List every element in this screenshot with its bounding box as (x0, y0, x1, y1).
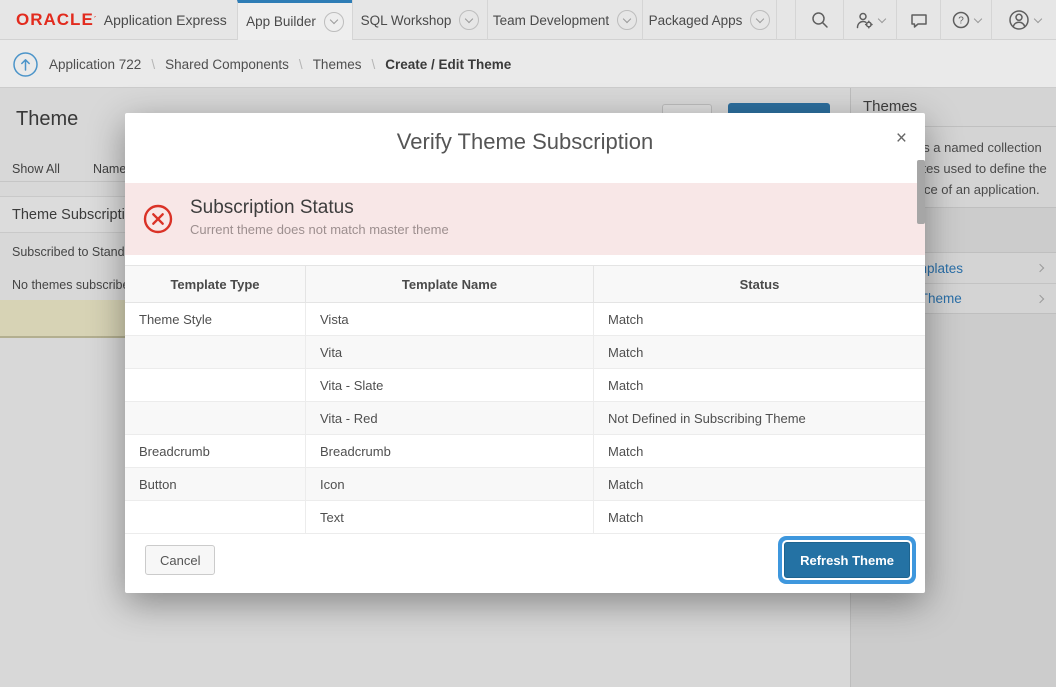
chevron-right-icon (1036, 264, 1044, 272)
cell-status: Match (593, 468, 925, 500)
cell-template-name: Vita - Slate (305, 369, 593, 401)
chevron-down-icon[interactable] (750, 10, 770, 30)
filter-tab-show-all[interactable]: Show All (12, 162, 60, 176)
table-row: Button Icon Match (125, 468, 925, 501)
tab-label: SQL Workshop (361, 13, 452, 28)
tab-app-builder[interactable]: App Builder (237, 0, 352, 40)
subscription-status-alert: Subscription Status Current theme does n… (125, 183, 925, 255)
cell-template-type (125, 402, 305, 434)
cell-template-name: Text (305, 501, 593, 533)
breadcrumb-separator: \ (299, 57, 303, 72)
breadcrumb-item-shared-components[interactable]: Shared Components (165, 57, 289, 72)
cell-template-name: Breadcrumb (305, 435, 593, 467)
cell-status: Not Defined in Subscribing Theme (593, 402, 925, 434)
column-header-template-type: Template Type (125, 266, 305, 302)
dialog-title: Verify Theme Subscription (125, 113, 925, 171)
chevron-down-icon (1034, 14, 1042, 22)
administration-menu[interactable] (843, 0, 896, 40)
table-header-row: Template Type Template Name Status (125, 265, 925, 303)
cell-status: Match (593, 369, 925, 401)
account-menu[interactable] (991, 0, 1056, 40)
tab-label: App Builder (246, 14, 316, 29)
svg-text:?: ? (958, 16, 964, 27)
tab-sql-workshop[interactable]: SQL Workshop (352, 0, 487, 40)
tab-team-development[interactable]: Team Development (487, 0, 642, 40)
tab-label: Team Development (493, 13, 609, 28)
feedback-bubble-icon (909, 11, 929, 30)
trademark-icon: ´ (94, 15, 97, 25)
table-row: Vita Match (125, 336, 925, 369)
cell-template-type (125, 336, 305, 368)
chevron-down-icon[interactable] (324, 12, 344, 32)
chevron-down-icon[interactable] (617, 10, 637, 30)
cell-status: Match (593, 501, 925, 533)
breadcrumb-separator: \ (151, 57, 155, 72)
verification-table: Template Type Template Name Status Theme… (125, 265, 925, 534)
tab-label: Packaged Apps (649, 13, 743, 28)
product-name: Application Express (104, 12, 227, 28)
breadcrumb-item-current: Create / Edit Theme (385, 57, 511, 72)
dialog-scrollbar-thumb[interactable] (917, 160, 925, 224)
cell-template-type: Theme Style (125, 303, 305, 335)
up-level-icon[interactable] (12, 51, 39, 78)
refresh-theme-button[interactable]: Refresh Theme (784, 542, 910, 578)
tab-packaged-apps[interactable]: Packaged Apps (642, 0, 777, 40)
feedback-button[interactable] (896, 0, 940, 40)
alert-message: Current theme does not match master them… (190, 222, 449, 237)
cell-template-name: Vita (305, 336, 593, 368)
cell-template-type (125, 369, 305, 401)
alert-heading: Subscription Status (190, 197, 354, 219)
search-button[interactable] (795, 0, 843, 40)
close-icon[interactable]: × (896, 129, 907, 148)
table-row: Theme Style Vista Match (125, 303, 925, 336)
help-icon: ? (951, 10, 971, 30)
filter-tab-name[interactable]: Name (93, 162, 126, 176)
verify-theme-subscription-dialog: Verify Theme Subscription × Subscription… (125, 113, 925, 593)
error-circle-icon (143, 204, 173, 234)
cell-template-type: Button (125, 468, 305, 500)
cell-template-name: Vista (305, 303, 593, 335)
breadcrumb-separator: \ (371, 57, 375, 72)
cancel-button[interactable]: Cancel (145, 545, 215, 575)
table-row: Vita - Red Not Defined in Subscribing Th… (125, 402, 925, 435)
page-title: Theme (16, 108, 78, 131)
chevron-right-icon (1036, 294, 1044, 302)
apex-screen: ORACLE´ Application Express App Builder … (0, 0, 1056, 687)
cell-status: Match (593, 303, 925, 335)
section-title: Theme Subscription (12, 207, 141, 223)
cell-template-name: Icon (305, 468, 593, 500)
cell-template-type (125, 501, 305, 533)
chevron-down-icon (974, 14, 982, 22)
oracle-logo: ORACLE´ Application Express (16, 0, 227, 40)
table-row: Breadcrumb Breadcrumb Match (125, 435, 925, 468)
table-row: Text Match (125, 501, 925, 534)
cell-status: Match (593, 435, 925, 467)
account-icon (1007, 8, 1031, 32)
breadcrumb: Application 722 \ Shared Components \ Th… (12, 40, 511, 88)
chevron-down-icon[interactable] (459, 10, 479, 30)
search-icon (810, 10, 830, 30)
admin-users-icon (855, 11, 875, 30)
breadcrumb-item-application[interactable]: Application 722 (49, 57, 141, 72)
chevron-down-icon (878, 14, 886, 22)
cell-template-name: Vita - Red (305, 402, 593, 434)
breadcrumb-item-themes[interactable]: Themes (313, 57, 362, 72)
filter-tabs: Show All Name (12, 162, 126, 176)
cell-status: Match (593, 336, 925, 368)
cell-template-type: Breadcrumb (125, 435, 305, 467)
help-menu[interactable]: ? (940, 0, 991, 40)
column-header-status: Status (593, 266, 925, 302)
column-header-template-name: Template Name (305, 266, 593, 302)
oracle-wordmark: ORACLE (16, 10, 94, 30)
breadcrumb-bar: Application 722 \ Shared Components \ Th… (0, 40, 1056, 88)
top-nav-bar: ORACLE´ Application Express App Builder … (0, 0, 1056, 40)
table-row: Vita - Slate Match (125, 369, 925, 402)
